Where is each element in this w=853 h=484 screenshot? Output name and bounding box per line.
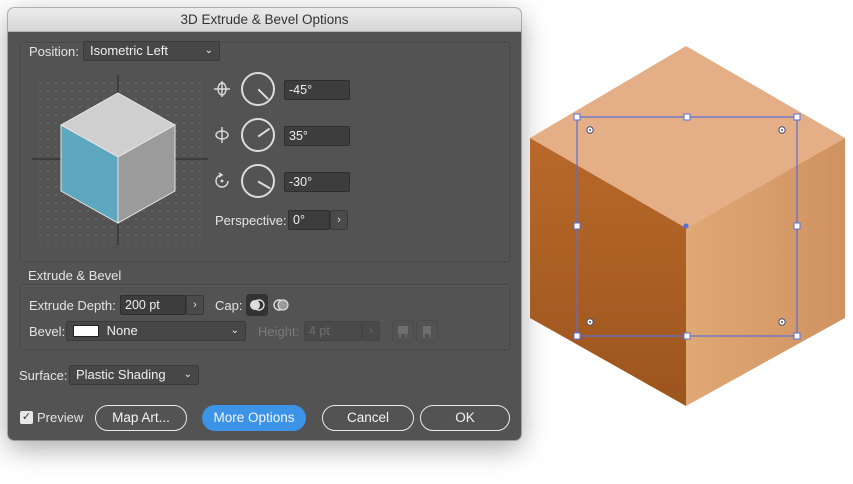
y-axis-rotation-icon <box>213 126 231 144</box>
more-options-button[interactable]: More Options <box>202 405 306 431</box>
dialog-title: 3D Extrude & Bevel Options <box>8 8 521 32</box>
preview-label: Preview <box>37 410 84 425</box>
extrude-bevel-dialog: 3D Extrude & Bevel Options Position: Iso… <box>8 8 521 440</box>
y-rotation-field[interactable]: 35° <box>284 126 350 146</box>
extrude-depth-slider-button[interactable]: › <box>186 295 204 315</box>
perspective-field[interactable]: 0° <box>288 210 330 230</box>
z-rotation-dial[interactable] <box>241 164 275 198</box>
perspective-label: Perspective: <box>215 213 287 228</box>
bevel-dropdown[interactable]: None ⌄ <box>66 321 246 341</box>
z-rotation-dial-hand <box>257 180 271 190</box>
rotation-track-cube[interactable] <box>30 73 210 248</box>
x-rotation-field[interactable]: -45° <box>284 80 350 100</box>
bevel-extent-in-icon[interactable] <box>416 320 438 342</box>
cancel-button[interactable]: Cancel <box>322 405 414 431</box>
extrude-depth-label: Extrude Depth: <box>29 298 116 313</box>
height-label: Height: <box>258 324 300 339</box>
chevron-down-icon: ⌄ <box>183 369 192 380</box>
position-dropdown[interactable]: Isometric Left ⌄ <box>83 41 220 61</box>
cube-artwork[interactable] <box>528 44 848 410</box>
surface-dropdown[interactable]: Plastic Shading ⌄ <box>69 365 199 385</box>
cap-off-icon[interactable] <box>270 294 292 316</box>
y-rotation-dial-hand <box>257 127 271 138</box>
cap-on-icon[interactable] <box>246 294 268 316</box>
height-field[interactable]: 4 pt <box>304 321 362 341</box>
x-rotation-dial-hand <box>257 88 269 100</box>
height-slider-button[interactable]: › <box>362 321 380 341</box>
preview-checkbox[interactable]: ✓ <box>20 411 33 424</box>
surface-label: Surface: <box>19 368 68 383</box>
extrude-depth-field[interactable]: 200 pt <box>120 295 186 315</box>
map-art-button[interactable]: Map Art... <box>95 405 187 431</box>
bevel-extent-out-icon[interactable] <box>392 320 414 342</box>
chevron-down-icon: ⌄ <box>230 325 239 336</box>
bevel-swatch-icon <box>73 325 99 337</box>
x-rotation-dial[interactable] <box>241 72 275 106</box>
extrude-bevel-section-label: Extrude & Bevel <box>28 268 122 283</box>
surface-dropdown-value: Plastic Shading <box>76 367 166 382</box>
cap-label: Cap: <box>215 298 243 313</box>
position-label: Position: <box>29 44 79 59</box>
position-dropdown-value: Isometric Left <box>90 43 169 58</box>
ok-button[interactable]: OK <box>420 405 510 431</box>
x-axis-rotation-icon <box>213 80 231 98</box>
z-axis-rotation-icon <box>213 172 231 190</box>
bevel-dropdown-value: None <box>106 323 138 338</box>
bevel-label: Bevel: <box>29 324 66 339</box>
chevron-down-icon: ⌄ <box>204 45 213 56</box>
perspective-slider-button[interactable]: › <box>330 210 348 230</box>
y-rotation-dial[interactable] <box>241 118 275 152</box>
z-rotation-field[interactable]: -30° <box>284 172 350 192</box>
